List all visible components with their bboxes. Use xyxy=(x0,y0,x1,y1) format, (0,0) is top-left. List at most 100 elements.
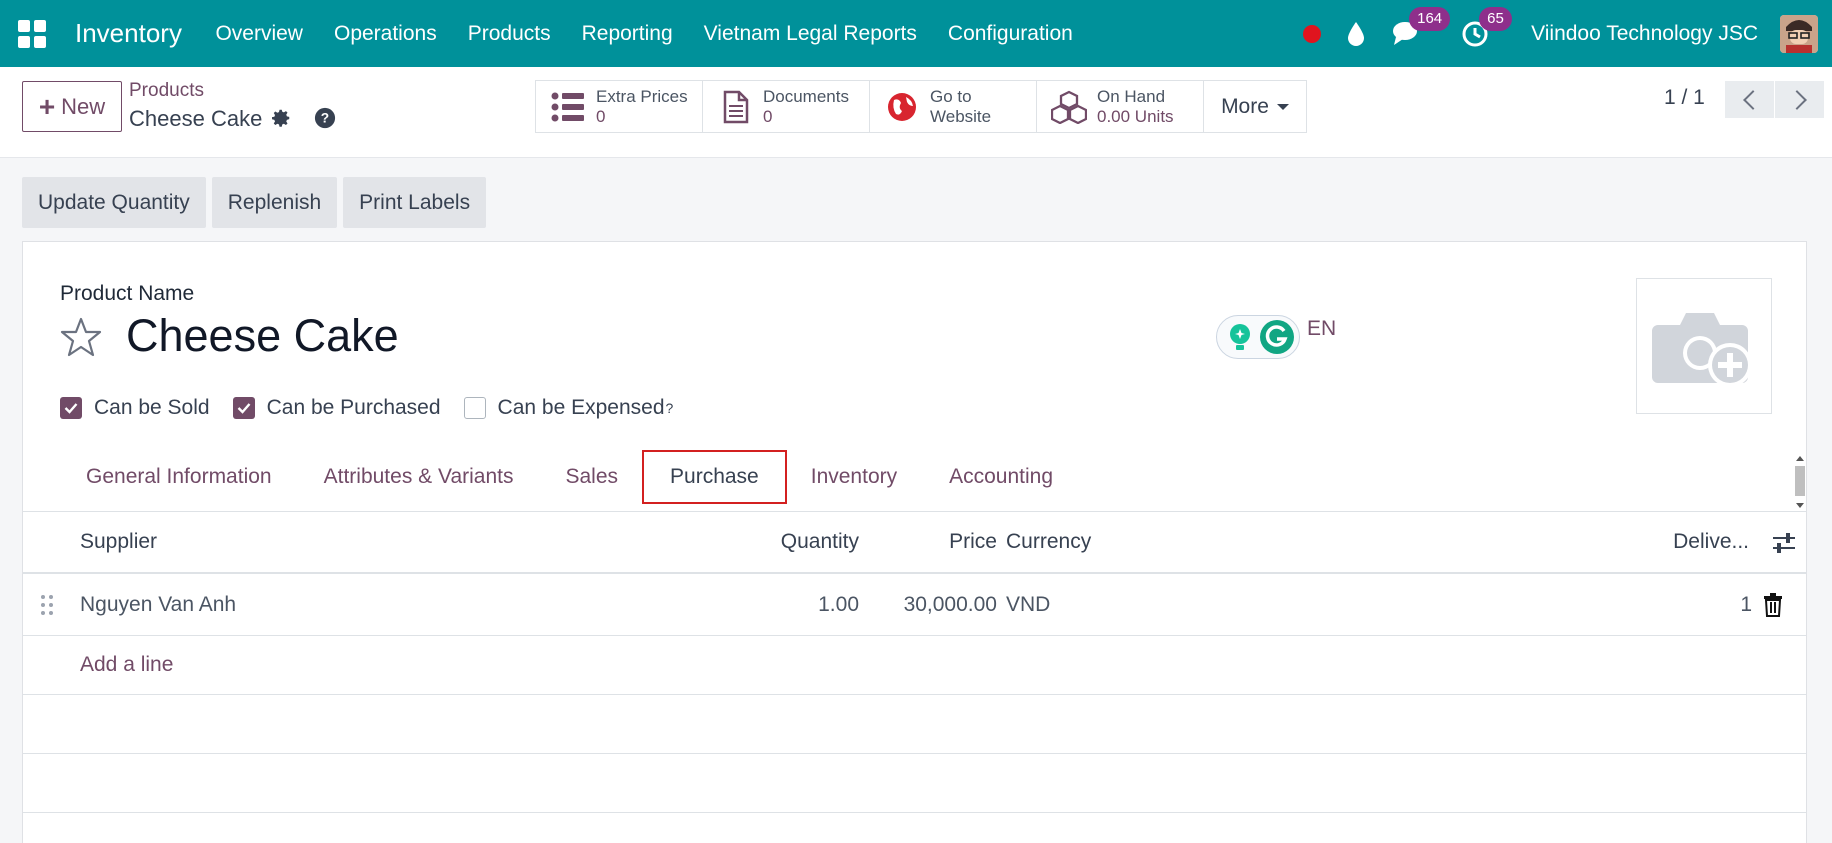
tab-inventory[interactable]: Inventory xyxy=(785,450,923,504)
documents-button[interactable]: Documents 0 xyxy=(703,81,870,132)
document-icon xyxy=(723,90,749,123)
can-be-sold-checkbox[interactable]: Can be Sold xyxy=(60,396,210,420)
grammarly-icon xyxy=(1260,320,1294,354)
new-button[interactable]: + New xyxy=(22,81,122,132)
messages-count-badge: 164 xyxy=(1409,6,1451,31)
can-be-expensed-label: Can be Expensed xyxy=(497,396,665,419)
notebook-tabs: General Information Attributes & Variant… xyxy=(60,450,1079,504)
scrollbar-thumb[interactable] xyxy=(1795,466,1805,496)
product-name-field[interactable]: Cheese Cake xyxy=(126,310,399,362)
company-switcher[interactable]: Viindoo Technology JSC xyxy=(1531,22,1758,46)
recording-indicator-icon[interactable] xyxy=(1303,24,1322,43)
empty-row xyxy=(23,754,1806,813)
pager-buttons xyxy=(1725,81,1825,118)
header-quantity[interactable]: Quantity xyxy=(781,530,859,554)
trash-icon[interactable] xyxy=(1763,593,1783,617)
header-currency[interactable]: Currency xyxy=(1006,530,1091,554)
product-flags: Can be Sold Can be Purchased Can be Expe… xyxy=(60,396,696,420)
apps-menu-icon[interactable] xyxy=(18,19,46,48)
pager-value[interactable]: 1 / 1 xyxy=(1664,86,1705,110)
tab-accounting[interactable]: Accounting xyxy=(923,450,1079,504)
extra-prices-button[interactable]: Extra Prices 0 xyxy=(536,81,703,132)
help-icon[interactable]: ? xyxy=(314,107,336,129)
plus-icon: + xyxy=(38,90,56,122)
globe-icon xyxy=(888,92,916,121)
breadcrumb-products-link[interactable]: Products xyxy=(129,80,262,102)
header-price[interactable]: Price xyxy=(949,530,997,554)
app-name[interactable]: Inventory xyxy=(75,18,182,49)
menu-overview[interactable]: Overview xyxy=(200,22,319,46)
svg-text:?: ? xyxy=(321,111,329,126)
action-bar: Update Quantity Replenish Print Labels xyxy=(22,177,487,228)
drag-handle-icon[interactable] xyxy=(40,594,54,616)
documents-value: 0 xyxy=(763,106,773,126)
can-be-purchased-label: Can be Purchased xyxy=(266,396,441,419)
cell-price[interactable]: 30,000.00 xyxy=(904,593,997,617)
smart-buttons: Extra Prices 0 Documents 0 Go to Website On… xyxy=(535,80,1307,133)
checkbox-checked-icon xyxy=(60,397,82,419)
can-be-sold-label: Can be Sold xyxy=(94,396,210,419)
extra-prices-label: Extra Prices xyxy=(596,86,688,106)
extra-prices-value: 0 xyxy=(596,106,606,126)
on-hand-label: On Hand xyxy=(1097,86,1166,106)
optional-columns-icon[interactable] xyxy=(1772,532,1796,554)
caret-down-icon xyxy=(1276,103,1289,110)
print-labels-button[interactable]: Print Labels xyxy=(343,177,487,228)
grammarly-widget[interactable] xyxy=(1216,315,1300,359)
table-row[interactable]: Nguyen Van Anh 1.00 30,000.00 VND 1 xyxy=(23,574,1806,636)
replenish-button[interactable]: Replenish xyxy=(211,177,338,228)
tab-attributes-variants[interactable]: Attributes & Variants xyxy=(298,450,540,504)
tab-purchase[interactable]: Purchase xyxy=(642,450,787,504)
new-button-label: New xyxy=(61,93,106,119)
user-avatar[interactable] xyxy=(1780,14,1818,53)
tabs-scrollbar[interactable] xyxy=(1792,454,1808,510)
chevron-right-icon xyxy=(1786,89,1807,110)
add-a-line-link[interactable]: Add a line xyxy=(80,653,173,677)
activities-button[interactable]: 65 xyxy=(1461,6,1512,49)
breadcrumb: Products Cheese Cake xyxy=(129,80,262,132)
main-menu: Overview Operations Products Reporting V… xyxy=(200,22,1088,46)
on-hand-button[interactable]: On Hand 0.00 Units xyxy=(1037,81,1204,132)
form-sheet: Product Name Cheese Cake EN Can be Sold … xyxy=(22,241,1807,843)
menu-configuration[interactable]: Configuration xyxy=(932,22,1088,46)
cell-quantity[interactable]: 1.00 xyxy=(818,593,859,617)
vendor-table-header: Supplier Quantity Price Currency Delive.… xyxy=(23,512,1806,574)
pager-next-button[interactable] xyxy=(1775,81,1825,118)
scroll-down-icon xyxy=(1796,503,1804,508)
camera-plus-icon xyxy=(1652,313,1752,387)
header-delivery[interactable]: Delive... xyxy=(1673,530,1749,554)
cell-supplier[interactable]: Nguyen Van Anh xyxy=(80,593,236,617)
scroll-up-icon xyxy=(1796,456,1804,461)
cell-delivery[interactable]: 1 xyxy=(1740,593,1752,617)
menu-operations[interactable]: Operations xyxy=(318,22,452,46)
website-label: Website xyxy=(930,106,992,126)
empty-row xyxy=(23,695,1806,754)
product-image-upload[interactable] xyxy=(1636,278,1772,414)
menu-reporting[interactable]: Reporting xyxy=(566,22,688,46)
tab-general-information[interactable]: General Information xyxy=(60,450,298,504)
on-hand-value: 0.00 Units xyxy=(1097,106,1174,126)
water-drop-icon[interactable] xyxy=(1345,20,1367,48)
header-supplier[interactable]: Supplier xyxy=(80,530,157,554)
update-quantity-button[interactable]: Update Quantity xyxy=(22,177,206,228)
go-to-label: Go to xyxy=(930,86,972,106)
tab-sales[interactable]: Sales xyxy=(539,450,644,504)
add-line-row: Add a line xyxy=(23,636,1806,695)
top-navbar: Inventory Overview Operations Products R… xyxy=(0,0,1832,67)
list-icon xyxy=(551,92,584,121)
language-selector[interactable]: EN xyxy=(1307,317,1336,341)
lightbulb-icon xyxy=(1230,324,1250,350)
go-to-website-button[interactable]: Go to Website xyxy=(870,81,1037,132)
help-tooltip-marker[interactable]: ? xyxy=(666,400,674,416)
gear-icon[interactable] xyxy=(270,107,292,129)
cell-currency[interactable]: VND xyxy=(1006,593,1050,617)
pager-previous-button[interactable] xyxy=(1725,81,1775,118)
menu-products[interactable]: Products xyxy=(452,22,566,46)
more-dropdown[interactable]: More xyxy=(1204,81,1306,132)
messages-button[interactable]: 164 xyxy=(1391,6,1451,49)
menu-vietnam-legal-reports[interactable]: Vietnam Legal Reports xyxy=(688,22,932,46)
can-be-expensed-checkbox[interactable]: Can be Expensed? xyxy=(463,396,674,420)
control-panel: + New Products Cheese Cake ? Extra Prices… xyxy=(0,67,1832,158)
star-icon[interactable] xyxy=(59,315,103,359)
can-be-purchased-checkbox[interactable]: Can be Purchased xyxy=(232,396,441,420)
